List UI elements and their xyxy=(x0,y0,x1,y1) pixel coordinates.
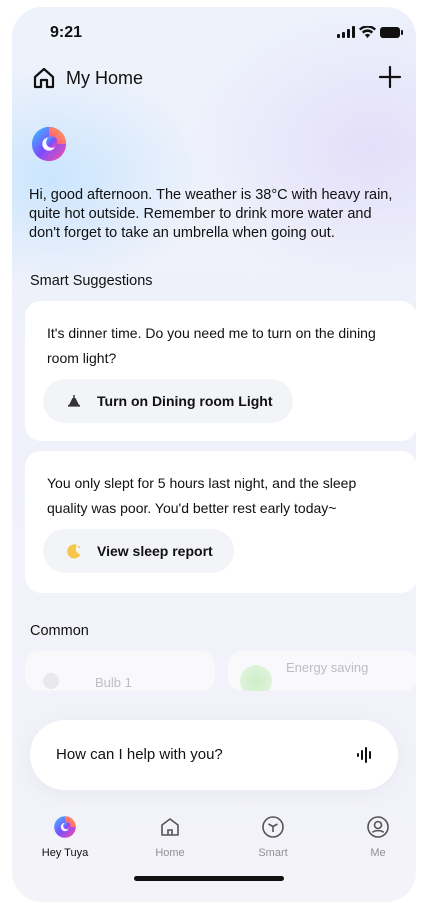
common-device-card[interactable]: Bulb 1 xyxy=(25,651,215,691)
suggestion-text: You only slept for 5 hours last night, a… xyxy=(47,475,357,516)
tab-label: Home xyxy=(155,847,185,859)
common-scene-card[interactable]: Energy saving xyxy=(228,651,416,691)
tab-me[interactable]: Me xyxy=(343,815,413,859)
common-device-label: Bulb 1 xyxy=(95,675,132,690)
view-sleep-report-button[interactable]: View sleep report xyxy=(43,529,234,573)
suggestion-card: It's dinner time. Do you need me to turn… xyxy=(25,301,416,441)
view-sleep-report-label: View sleep report xyxy=(97,543,213,559)
tab-smart[interactable]: Smart xyxy=(238,815,308,859)
lamp-icon xyxy=(68,395,80,407)
home-icon[interactable] xyxy=(32,66,56,90)
tuya-logo-icon xyxy=(31,126,67,162)
assistant-greeting: Hi, good afternoon. The weather is 38°C … xyxy=(29,187,393,241)
energy-saving-icon xyxy=(240,665,272,691)
status-time: 9:21 xyxy=(50,24,83,41)
tuya-logo-icon xyxy=(54,816,76,838)
assistant-prompt[interactable]: How can I help with you? xyxy=(56,746,223,763)
wifi-icon xyxy=(359,26,376,38)
home-title[interactable]: My Home xyxy=(66,68,143,89)
bulb-icon xyxy=(43,673,59,689)
tab-label: Smart xyxy=(258,847,288,859)
assistant-input-bar[interactable]: How can I help with you? xyxy=(30,720,398,790)
bottom-tab-bar: Hey Tuya Home Smart Me xyxy=(12,815,416,875)
suggestion-text: It's dinner time. Do you need me to turn… xyxy=(47,325,376,366)
tab-label: Me xyxy=(370,847,386,859)
turn-on-light-label: Turn on Dining room Light xyxy=(97,393,273,409)
user-icon xyxy=(367,816,389,838)
smart-suggestions-title: Smart Suggestions xyxy=(30,273,153,289)
cellular-signal-icon xyxy=(337,26,355,38)
phone-screen: 9:21 My Home Hi, good afternoon. The wea… xyxy=(12,7,416,902)
status-bar: 9:21 xyxy=(12,7,416,57)
turn-on-light-button[interactable]: Turn on Dining room Light xyxy=(43,379,294,423)
moon-icon xyxy=(67,544,81,559)
suggestion-card: You only slept for 5 hours last night, a… xyxy=(25,451,416,593)
plus-icon[interactable] xyxy=(378,65,402,89)
tab-hey-tuya[interactable]: Hey Tuya xyxy=(30,815,100,859)
home-icon xyxy=(161,818,179,836)
voice-wave-icon[interactable] xyxy=(356,746,374,764)
header: My Home xyxy=(32,63,402,93)
tab-label: Hey Tuya xyxy=(41,847,89,859)
common-title: Common xyxy=(30,623,89,639)
tab-home[interactable]: Home xyxy=(135,815,205,859)
status-icons xyxy=(337,26,403,38)
common-scene-label: Energy saving xyxy=(286,660,369,675)
home-indicator[interactable] xyxy=(134,876,284,881)
battery-icon xyxy=(380,26,403,38)
smart-cube-icon xyxy=(262,816,284,838)
